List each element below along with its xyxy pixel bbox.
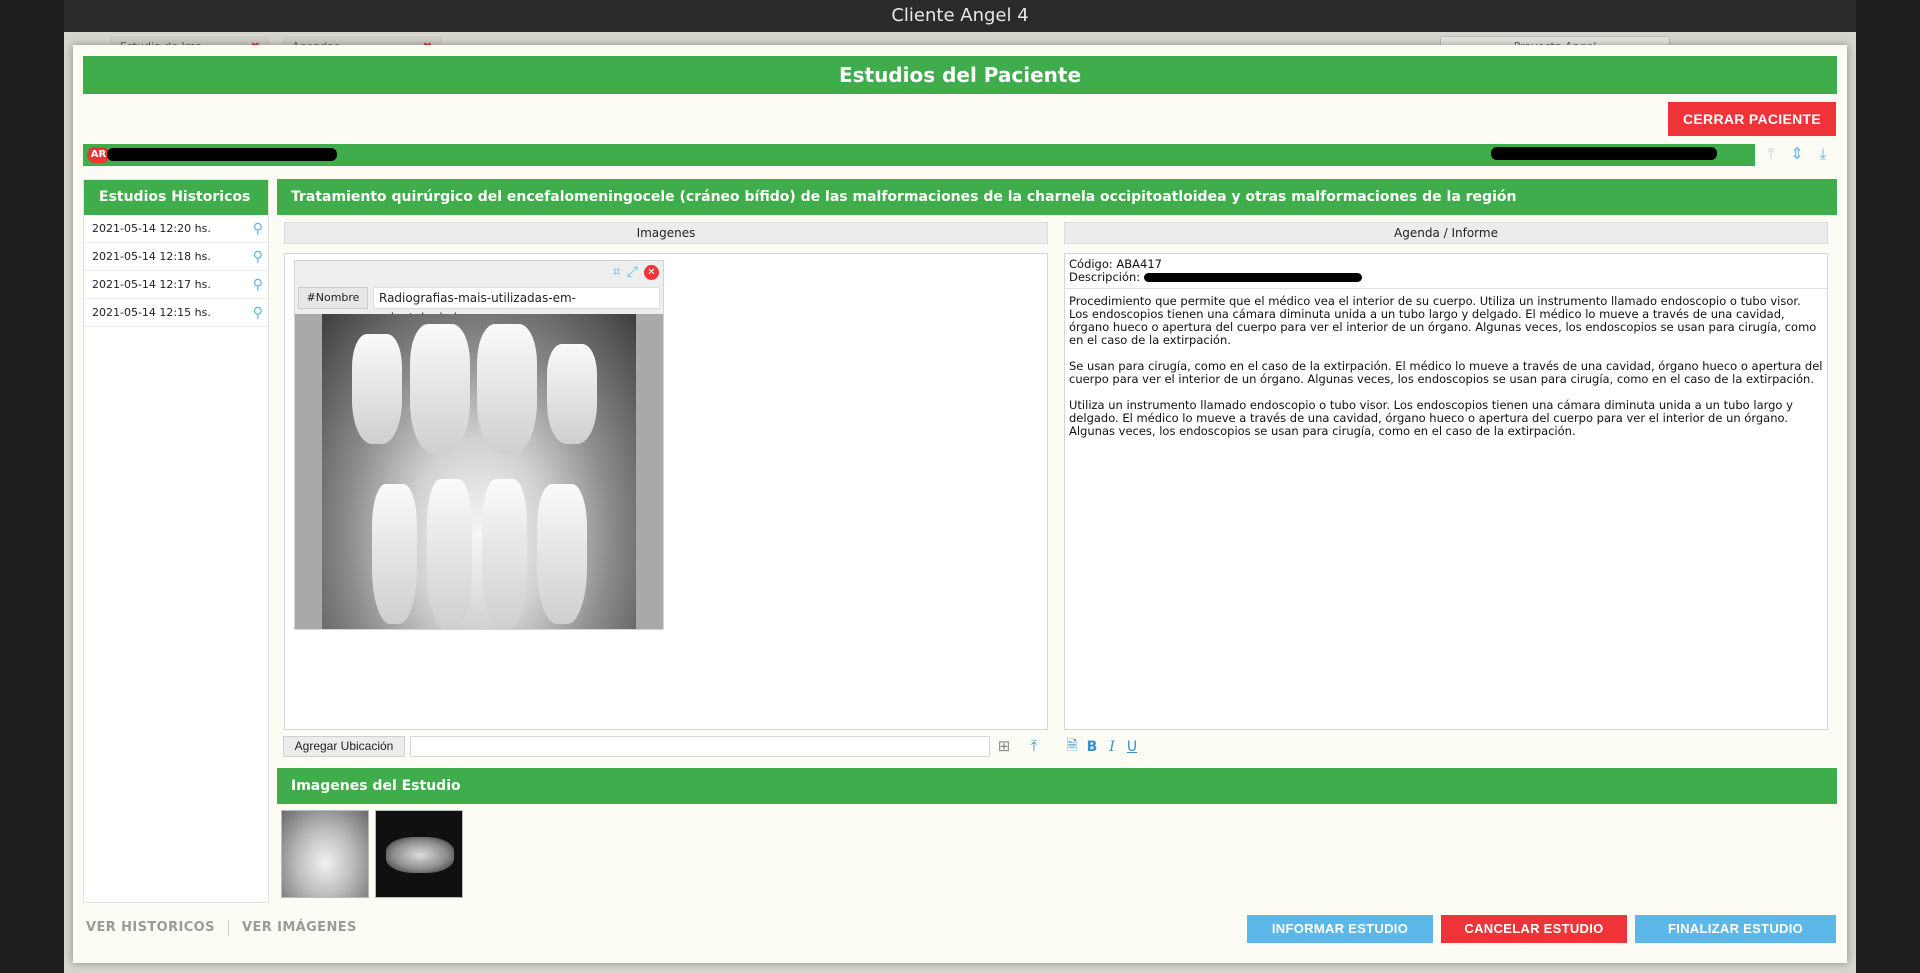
history-item[interactable]: 2021-05-14 12:17 hs. ⚲ <box>84 271 268 299</box>
xray-tooth <box>352 334 402 444</box>
report-paragraph[interactable]: Utiliza un instrumento llamado endoscopi… <box>1069 399 1823 438</box>
xray-tooth <box>537 484 587 624</box>
remove-image-icon[interactable]: ✕ <box>644 264 659 280</box>
move-bottom-icon[interactable]: ⤓ <box>1815 143 1831 165</box>
location-input[interactable] <box>410 736 990 757</box>
report-study-button[interactable]: INFORMAR ESTUDIO <box>1247 915 1433 943</box>
divider <box>228 920 229 936</box>
study-images-title: Imagenes del Estudio <box>277 768 1837 804</box>
search-icon[interactable]: ⚲ <box>253 299 263 327</box>
history-item[interactable]: 2021-05-14 12:18 hs. ⚲ <box>84 243 268 271</box>
report-header: Agenda / Informe <box>1064 222 1828 244</box>
image-preview-frame <box>295 314 663 629</box>
patient-studies-modal: Estudios del Paciente CERRAR PACIENTE AR… <box>73 45 1847 963</box>
cancel-study-button[interactable]: CANCELAR ESTUDIO <box>1441 915 1627 943</box>
report-area: Código: ABA417 Descripción: Procedimient… <box>1064 253 1828 730</box>
underline-icon[interactable]: U <box>1125 739 1139 755</box>
collapse-icon[interactable]: ⇕ <box>1789 143 1805 165</box>
window-title: Cliente Angel 4 <box>64 0 1856 32</box>
search-icon[interactable]: ⚲ <box>253 243 263 271</box>
view-history-link[interactable]: VER HISTORICOS <box>86 920 215 935</box>
add-location-button[interactable]: Agregar Ubicación <box>283 736 405 757</box>
xray-tooth <box>482 479 527 629</box>
fullscreen-icon[interactable]: ⤢ <box>627 264 638 280</box>
study-description: Descripción: <box>1069 271 1823 284</box>
file-name-field[interactable]: Radiografias-mais-utilizadas-em-odontolo… <box>373 287 660 325</box>
xray-tooth <box>427 479 472 629</box>
document-icon[interactable]: 🗎 <box>1065 735 1079 759</box>
redacted-patient-info <box>1491 147 1717 160</box>
xray-tooth <box>547 344 597 444</box>
patient-bar: AR <box>83 144 1755 166</box>
bold-icon[interactable]: B <box>1085 739 1099 755</box>
crop-icon[interactable]: ⌗ <box>613 264 621 280</box>
image-card-tools: ⌗ ⤢ ✕ <box>613 264 659 280</box>
history-panel: Estudios Historicos 2021-05-14 12:20 hs.… <box>83 179 269 903</box>
redacted-description <box>1143 273 1362 282</box>
format-toolbar: 🗎 B I U <box>1065 735 1139 759</box>
divider <box>1065 288 1827 289</box>
dental-xray-image <box>322 314 636 629</box>
images-header: Imagenes <box>284 222 1048 244</box>
report-paragraph[interactable]: Procedimiento que permite que el médico … <box>1069 295 1823 347</box>
italic-icon[interactable]: I <box>1105 739 1119 755</box>
location-row: Agregar Ubicación ⊞ ⤒ <box>283 735 1053 759</box>
search-icon[interactable]: ⚲ <box>253 215 263 243</box>
study-image-thumbnail[interactable] <box>281 810 369 898</box>
finalize-study-button[interactable]: FINALIZAR ESTUDIO <box>1635 915 1836 943</box>
study-code: Código: ABA417 <box>1069 257 1162 271</box>
history-item[interactable]: 2021-05-14 12:15 hs. ⚲ <box>84 299 268 327</box>
image-card: ⌗ ⤢ ✕ #Nombre Radiografias-mais-utilizad… <box>294 260 664 630</box>
images-area: ⌗ ⤢ ✕ #Nombre Radiografias-mais-utilizad… <box>284 253 1048 730</box>
search-icon[interactable]: ⚲ <box>253 271 263 299</box>
close-patient-button[interactable]: CERRAR PACIENTE <box>1668 102 1836 136</box>
redacted-patient-name <box>107 148 337 161</box>
add-icon[interactable]: ⊞ <box>995 735 1013 757</box>
treatment-title: Tratamiento quirúrgico del encefalomenin… <box>277 179 1837 215</box>
modal-title: Estudios del Paciente <box>83 56 1837 94</box>
xray-tooth <box>477 324 537 454</box>
view-images-link[interactable]: VER IMÁGENES <box>242 920 357 935</box>
xray-tooth <box>372 484 417 624</box>
xray-tooth <box>410 324 470 454</box>
history-title: Estudios Historicos <box>84 180 268 215</box>
move-top-icon[interactable]: ⤒ <box>1763 143 1779 165</box>
study-image-thumbnail[interactable] <box>375 810 463 898</box>
upload-icon[interactable]: ⤒ <box>1025 735 1043 757</box>
history-item[interactable]: 2021-05-14 12:20 hs. ⚲ <box>84 215 268 243</box>
panoramic-xray <box>386 837 454 873</box>
name-tag: #Nombre <box>298 287 368 309</box>
report-paragraph[interactable]: Se usan para cirugía, como en el caso de… <box>1069 360 1823 386</box>
patient-bar-controls: ⤒ ⇕ ⤓ <box>1763 143 1831 165</box>
